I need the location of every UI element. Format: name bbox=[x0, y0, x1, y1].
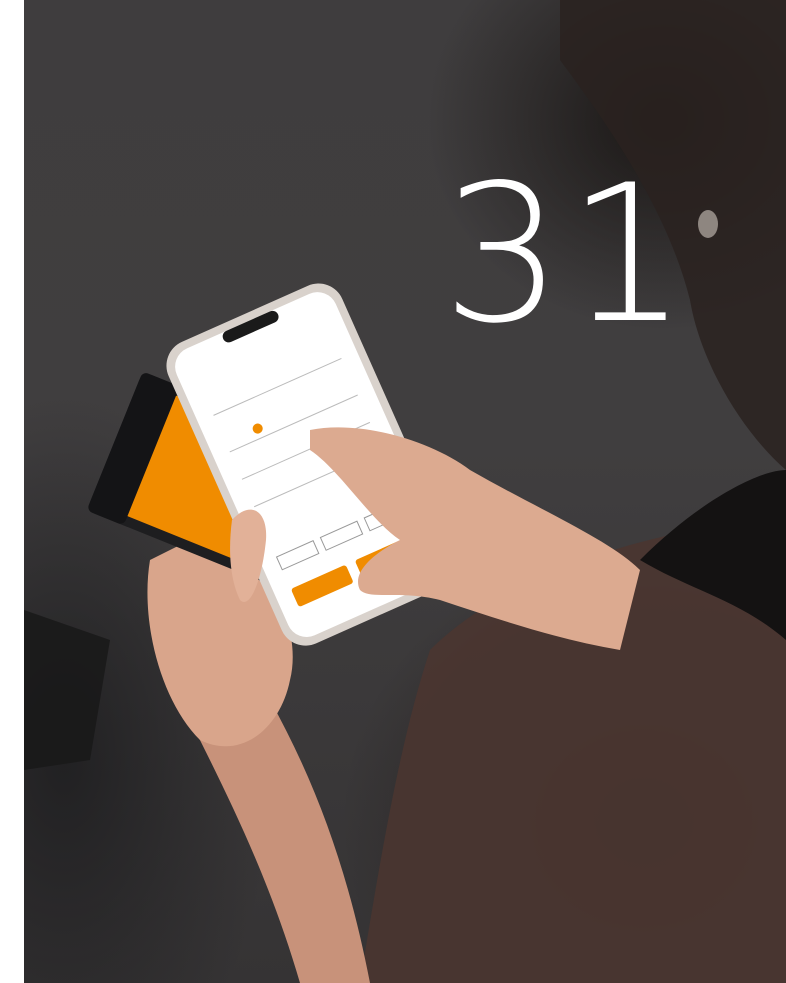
background-object bbox=[24, 610, 110, 770]
earring bbox=[698, 210, 718, 238]
page-number: 31 bbox=[442, 144, 692, 365]
